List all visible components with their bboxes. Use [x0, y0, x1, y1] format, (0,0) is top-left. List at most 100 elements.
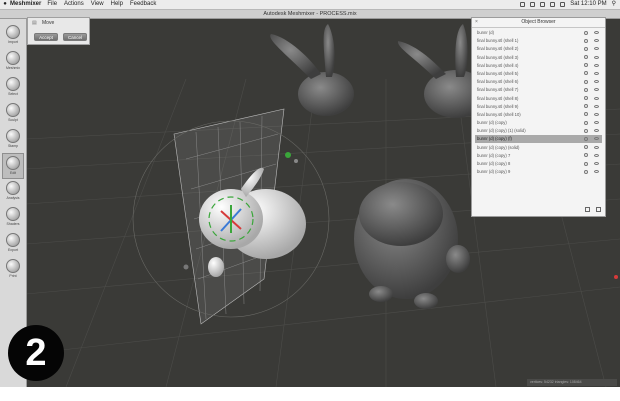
menu-app-name[interactable]: Meshmixer: [10, 0, 41, 9]
visibility-icon[interactable]: [594, 153, 599, 157]
lock-icon[interactable]: [584, 128, 588, 133]
apple-menu-icon[interactable]: ●: [0, 0, 10, 9]
lock-icon[interactable]: [584, 71, 588, 76]
bunny-model-top-left[interactable]: [270, 24, 354, 116]
export-icon: [6, 233, 20, 247]
tool-export[interactable]: Export: [2, 231, 24, 257]
visibility-icon[interactable]: [594, 137, 599, 141]
visibility-icon[interactable]: [594, 80, 599, 84]
lock-icon[interactable]: [584, 145, 588, 150]
visibility-icon[interactable]: [594, 129, 599, 133]
object-row[interactable]: final bunny.stl (shell 5): [475, 70, 602, 79]
visibility-icon[interactable]: [594, 55, 599, 59]
red-marker: [614, 275, 618, 279]
lock-icon[interactable]: [584, 161, 588, 166]
visibility-icon[interactable]: [594, 96, 599, 100]
tool-edit[interactable]: Edit: [2, 153, 24, 179]
visibility-icon[interactable]: [594, 170, 599, 174]
tool-analysis[interactable]: Analysis: [2, 179, 24, 205]
status-icon[interactable]: [520, 2, 526, 7]
object-row[interactable]: bunnr (d) (copy) (solid): [475, 144, 602, 152]
object-row[interactable]: final bunny.stl (shell 10): [475, 111, 602, 120]
accept-button[interactable]: Accept: [34, 33, 58, 41]
lock-icon[interactable]: [584, 136, 588, 141]
tool-sculpt[interactable]: Sculpt: [2, 101, 24, 127]
menu-clock[interactable]: Sat 12:10 PM: [570, 0, 606, 9]
gizmo-handle-small[interactable]: [294, 159, 298, 163]
object-row[interactable]: bunnr (d) (copy) 8: [475, 160, 602, 169]
stamp-icon: [6, 129, 20, 143]
object-row-label: bunnr (d) (copy) 7: [477, 152, 511, 158]
object-row[interactable]: final bunny.stl (shell 4): [475, 62, 602, 70]
volume-icon[interactable]: [550, 2, 556, 7]
object-row[interactable]: bunnr (d) (copy) (1) (solid): [475, 127, 602, 136]
bunny-model-large[interactable]: [354, 179, 470, 309]
object-row[interactable]: final bunny.stl (shell 3): [475, 54, 602, 62]
lock-icon[interactable]: [584, 38, 588, 43]
visibility-icon[interactable]: [594, 63, 599, 67]
visibility-icon[interactable]: [594, 162, 599, 165]
menu-view[interactable]: View: [91, 0, 104, 9]
lock-icon[interactable]: [584, 30, 588, 35]
object-list: bunnr (d) final bunny.stl (shell 1) final …: [475, 29, 602, 177]
battery-icon[interactable]: [560, 2, 566, 7]
lock-icon[interactable]: [584, 112, 588, 117]
tool-meshmix[interactable]: Meshmix: [2, 49, 24, 75]
object-row[interactable]: final bunny.stl (shell 8): [475, 95, 602, 103]
meshmix-icon: [6, 51, 20, 65]
visibility-icon[interactable]: [594, 145, 599, 149]
tool-select[interactable]: Select: [2, 75, 24, 101]
lock-icon[interactable]: [584, 96, 588, 100]
visibility-icon[interactable]: [594, 47, 599, 51]
object-row[interactable]: final bunny.stl (shell 9): [475, 103, 602, 111]
object-row-label: final bunny.stl (shell 6): [477, 79, 519, 85]
object-row[interactable]: final bunny.stl (shell 6): [475, 78, 602, 87]
object-row[interactable]: bunnr (d) (copy): [475, 119, 602, 128]
bluetooth-icon[interactable]: [530, 2, 536, 7]
collapse-icon[interactable]: ▤: [32, 20, 37, 26]
wifi-icon[interactable]: [540, 2, 546, 7]
visibility-icon[interactable]: [594, 39, 599, 43]
lock-icon[interactable]: [584, 46, 588, 51]
menu-actions[interactable]: Actions: [64, 0, 84, 9]
tool-stamp[interactable]: Stamp: [2, 127, 24, 153]
tool-label: Print: [9, 274, 17, 278]
gizmo-handle-gray[interactable]: [183, 264, 189, 270]
lock-icon[interactable]: [584, 63, 588, 68]
gizmo-handle-green[interactable]: [285, 152, 291, 158]
lock-icon[interactable]: [584, 120, 588, 125]
visibility-icon[interactable]: [594, 112, 599, 116]
close-icon[interactable]: ×: [475, 18, 478, 27]
lock-icon[interactable]: [584, 153, 588, 158]
object-row-label: bunnr (d): [477, 30, 494, 35]
object-row[interactable]: bunnr (d) (copy) 9: [475, 168, 602, 177]
object-row[interactable]: bunnr (d) (copy) 7: [475, 152, 602, 160]
edit-icon: [6, 156, 20, 170]
visibility-icon[interactable]: [594, 31, 599, 34]
lock-icon[interactable]: [584, 104, 588, 109]
visibility-icon[interactable]: [594, 88, 599, 92]
tool-print[interactable]: Print: [2, 257, 24, 283]
lock-icon[interactable]: [584, 55, 588, 60]
object-row[interactable]: final bunny.stl (shell 7): [475, 86, 602, 95]
visibility-icon[interactable]: [594, 104, 599, 108]
lock-icon[interactable]: [584, 169, 588, 174]
lock-icon[interactable]: [584, 79, 588, 84]
visibility-icon[interactable]: [594, 71, 599, 75]
object-row[interactable]: bunnr (d) (copy) (f): [475, 135, 602, 144]
menu-feedback[interactable]: Feedback: [130, 0, 156, 9]
object-row[interactable]: final bunny.stl (shell 1): [475, 37, 602, 46]
duplicate-icon[interactable]: [585, 207, 590, 212]
cancel-button[interactable]: Cancel: [63, 33, 87, 41]
menu-help[interactable]: Help: [111, 0, 123, 9]
spotlight-icon[interactable]: ⚲: [612, 0, 616, 9]
lock-icon[interactable]: [584, 87, 588, 92]
object-row[interactable]: bunnr (d): [475, 29, 602, 38]
object-row-label: final bunny.stl (shell 7): [477, 87, 519, 93]
visibility-icon[interactable]: [594, 121, 599, 125]
tool-shaders[interactable]: Shaders: [2, 205, 24, 231]
trash-icon[interactable]: [596, 207, 601, 212]
tool-import[interactable]: Import: [2, 23, 24, 49]
object-row[interactable]: final bunny.stl (shell 2): [475, 45, 602, 54]
menu-file[interactable]: File: [47, 0, 57, 9]
